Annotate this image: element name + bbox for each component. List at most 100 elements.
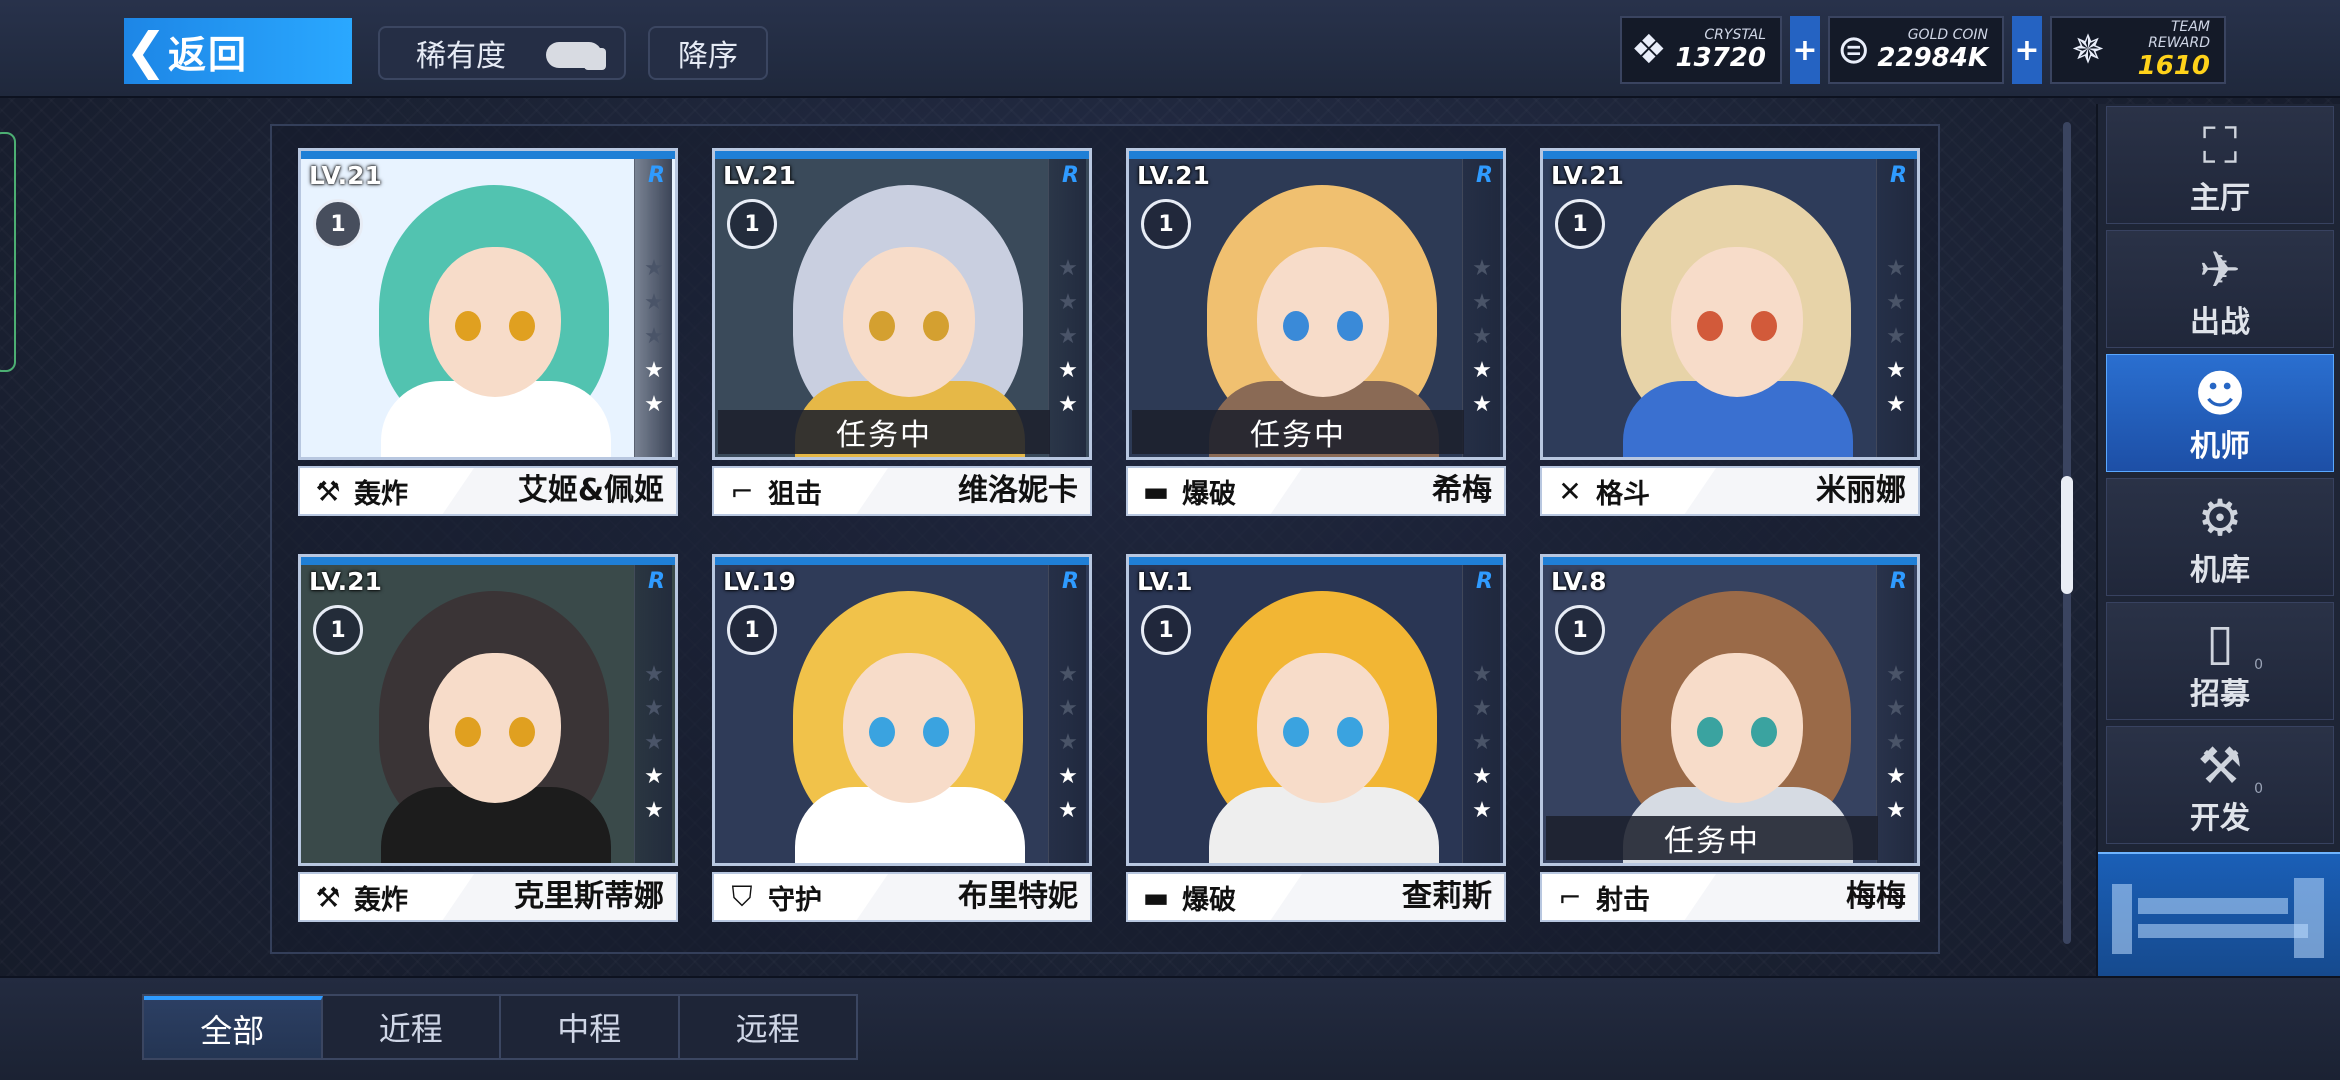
pilot-info-bar: ⚒ 轰炸 艾姬&佩姬 — [298, 466, 678, 516]
empty-star-icon: ★ — [1472, 256, 1492, 281]
tab-close-range[interactable]: 近程 — [323, 996, 501, 1058]
rarity-label: R — [1476, 569, 1493, 594]
nav-item-hangar[interactable]: ⚙ 机库 — [2106, 478, 2334, 596]
rank-badge: 1 — [727, 199, 777, 249]
mission-status: 任务中 — [718, 410, 1050, 454]
add-crystal-button[interactable]: + — [1790, 16, 1820, 84]
rank-badge: 1 — [313, 199, 363, 249]
empty-star-icon: ★ — [644, 290, 664, 315]
role-tag: ⌐ 射击 — [1542, 874, 1716, 920]
nav-item-sortie[interactable]: ✈ 出战 — [2106, 230, 2334, 348]
nav-item-lobby[interactable]: ⛶ 主厅 — [2106, 106, 2334, 224]
portrait-eye — [1283, 311, 1309, 341]
pilot-portrait: R ★ ★ ★ ★ ★ LV.1 1 — [1126, 554, 1506, 866]
pilot-card[interactable]: R ★ ★ ★ ★ ★ LV.21 1 任务中 ⌐ 狙击 维洛妮卡 — [712, 148, 1092, 520]
nav-label: 机师 — [2190, 429, 2250, 464]
pilot-name: 梅梅 — [1846, 879, 1906, 914]
tab-all[interactable]: 全部 — [144, 996, 323, 1058]
empty-star-icon: ★ — [644, 324, 664, 349]
pilot-level: LV.1 — [1137, 567, 1193, 596]
empty-star-icon: ★ — [1472, 324, 1492, 349]
empty-star-icon: ★ — [1472, 662, 1492, 687]
empty-star-icon: ★ — [644, 696, 664, 721]
base-minimap[interactable] — [2098, 852, 2340, 976]
pilot-info-bar: ▬ 爆破 希梅 — [1126, 466, 1506, 516]
melee-icon: ✕ — [1558, 474, 1582, 508]
rarity-sort-label: 稀有度 — [416, 39, 506, 74]
portrait-eye — [1697, 311, 1723, 341]
role-label: 爆破 — [1182, 478, 1236, 510]
star-icon: ★ — [1472, 392, 1492, 417]
empty-star-icon: ★ — [1058, 324, 1078, 349]
rarity-sort-button[interactable]: 稀有度 — [378, 26, 626, 80]
role-label: 轰炸 — [354, 884, 408, 916]
pilot-card[interactable]: R ★ ★ ★ ★ ★ LV.21 1 ✕ 格斗 米丽娜 — [1540, 148, 1920, 520]
pilot-level: LV.21 — [723, 161, 796, 190]
empty-star-icon: ★ — [644, 256, 664, 281]
gold-coin-name: GOLD COIN — [1907, 27, 1988, 43]
portrait-eye — [1751, 311, 1777, 341]
portrait-face — [843, 653, 975, 803]
pilot-name: 维洛妮卡 — [958, 473, 1078, 508]
empty-star-icon: ★ — [1472, 730, 1492, 755]
empty-star-icon: ★ — [1886, 324, 1906, 349]
empty-star-icon: ★ — [1886, 662, 1906, 687]
pilot-card[interactable]: R ★ ★ ★ ★ ★ LV.21 1 ⚒ 轰炸 艾姬&佩姬 — [298, 148, 678, 520]
empty-star-icon: ★ — [644, 662, 664, 687]
pilot-level: LV.21 — [309, 161, 382, 190]
empty-star-icon: ★ — [1058, 256, 1078, 281]
pilot-portrait: R ★ ★ ★ ★ ★ LV.21 1 — [298, 148, 678, 460]
team-reward-name: TEAM REWARD — [2148, 19, 2210, 51]
rarity-label: R — [1062, 163, 1079, 188]
nav-item-recruit[interactable]: ▯ 0 招募 — [2106, 602, 2334, 720]
portrait-eye — [509, 717, 535, 747]
crystal-value: 13720 — [1675, 43, 1766, 73]
star-icon: ★ — [1472, 764, 1492, 789]
add-gold-button[interactable]: + — [2012, 16, 2042, 84]
portrait-face — [429, 247, 561, 397]
bomb-icon: ⚒ — [315, 880, 341, 914]
role-label: 狙击 — [768, 478, 822, 510]
pilot-card[interactable]: R ★ ★ ★ ★ ★ LV.21 1 ⚒ 轰炸 克里斯蒂娜 — [298, 554, 678, 926]
empty-star-icon: ★ — [1886, 696, 1906, 721]
back-button[interactable]: ❮ 返回 — [124, 18, 352, 84]
tab-mid-range[interactable]: 中程 — [501, 996, 680, 1058]
empty-star-icon: ★ — [1472, 290, 1492, 315]
demolition-icon: ▬ — [1142, 880, 1170, 914]
rarity-label: R — [1476, 163, 1493, 188]
pilot-portrait: R ★ ★ ★ ★ ★ LV.8 1 任务中 — [1540, 554, 1920, 866]
order-label: 降序 — [678, 39, 738, 74]
role-label: 守护 — [768, 884, 822, 916]
portrait-face — [429, 653, 561, 803]
empty-star-icon: ★ — [1058, 696, 1078, 721]
nav-item-develop[interactable]: ⚒ 0 开发 — [2106, 726, 2334, 844]
portrait-eye — [1697, 717, 1723, 747]
pilot-name: 希梅 — [1432, 473, 1492, 508]
star-icon: ★ — [1886, 392, 1906, 417]
rank-badge: 1 — [1141, 605, 1191, 655]
rarity-label: R — [648, 163, 665, 188]
pilot-card[interactable]: R ★ ★ ★ ★ ★ LV.19 1 ⛉ 守护 布里特妮 — [712, 554, 1092, 926]
empty-star-icon: ★ — [644, 730, 664, 755]
pilot-card[interactable]: R ★ ★ ★ ★ ★ LV.21 1 任务中 ▬ 爆破 希梅 — [1126, 148, 1506, 520]
empty-star-icon: ★ — [1058, 730, 1078, 755]
star-icon: ★ — [1058, 798, 1078, 823]
gold-coin-icon: ⊜ — [1836, 27, 1871, 73]
nav-item-pilot[interactable]: ☻ 机师 — [2106, 354, 2334, 472]
team-reward-counter: ✵ TEAM REWARD 1610 — [2050, 16, 2226, 84]
pilot-card[interactable]: R ★ ★ ★ ★ ★ LV.1 1 ▬ 爆破 查莉斯 — [1126, 554, 1506, 926]
role-label: 爆破 — [1182, 884, 1236, 916]
minimap-building — [2294, 878, 2324, 958]
nav-label: 出战 — [2190, 305, 2250, 340]
tab-long-range[interactable]: 远程 — [680, 996, 857, 1058]
portrait-eye — [869, 311, 895, 341]
pilot-card[interactable]: R ★ ★ ★ ★ ★ LV.8 1 任务中 ⌐ 射击 梅梅 — [1540, 554, 1920, 926]
pilot-level: LV.8 — [1551, 567, 1607, 596]
order-button[interactable]: 降序 — [648, 26, 768, 80]
star-icon: ★ — [1472, 358, 1492, 383]
nav-label: 招募 — [2190, 677, 2250, 712]
role-tag: ⛉ 守护 — [714, 874, 888, 920]
scrollbar-thumb[interactable] — [2061, 476, 2073, 594]
demolition-icon: ▬ — [1142, 474, 1170, 508]
left-edge-tab[interactable] — [0, 132, 16, 372]
